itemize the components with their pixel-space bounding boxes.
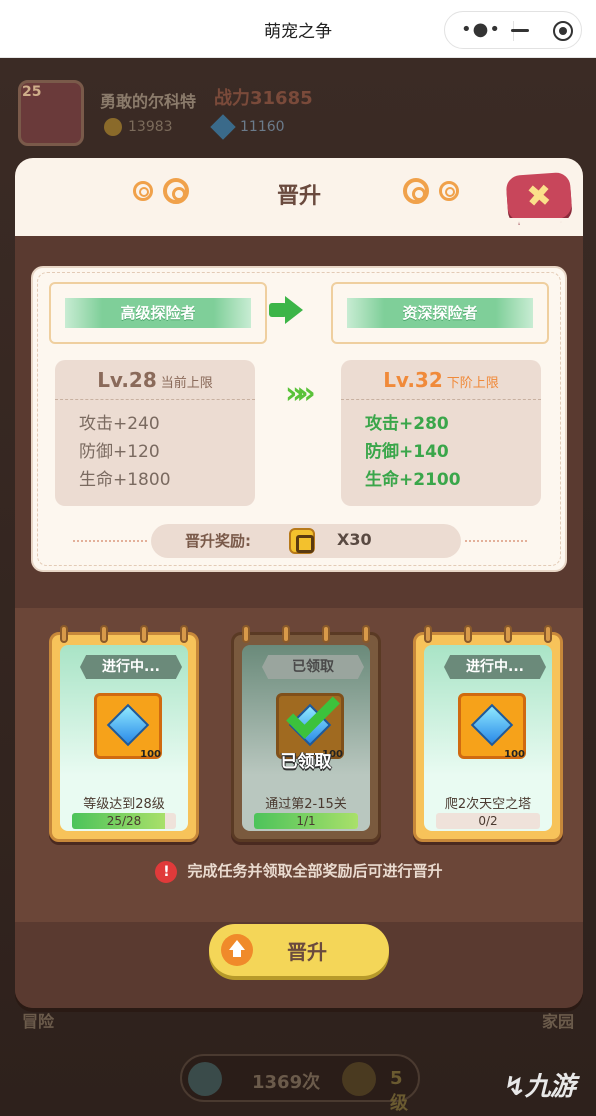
- upgrade-arrow-icon[interactable]: [342, 1062, 376, 1096]
- divider-dots: [73, 540, 147, 542]
- task-card[interactable]: 已领取 100 已领取 通过第2-15关 1/1: [231, 625, 381, 842]
- reward-label: 晋升奖励:: [185, 532, 251, 550]
- diamond-icon: [470, 703, 514, 747]
- diamond-icon: [106, 703, 150, 747]
- reward-count: 100: [504, 749, 525, 760]
- gem-reward-box: 100: [94, 693, 162, 760]
- next-attack: 攻击+280: [365, 414, 449, 434]
- more-dots-icon[interactable]: •●•: [461, 21, 501, 39]
- warning-icon: !: [155, 860, 178, 883]
- promotion-reward: 晋升奖励: X30: [151, 524, 461, 558]
- next-level: Lv.32: [383, 368, 443, 392]
- player-level: 25: [22, 84, 42, 100]
- next-rank-box: 资深探险者: [331, 282, 549, 344]
- task-progress-bar: 1/1: [254, 813, 358, 829]
- next-rank-label: 资深探险者: [347, 298, 533, 328]
- current-stats-panel: Lv.28 当前上限 攻击+240 防御+120 生命+1800: [55, 360, 255, 506]
- current-hp: 生命+1800: [79, 470, 171, 490]
- arrow-right-icon-head: [285, 296, 303, 324]
- mini-program-capsule: •●•: [444, 11, 582, 49]
- task-card-inner: 已领取 100 已领取 通过第2-15关 1/1: [242, 645, 370, 831]
- next-cap-label: 下阶上限: [446, 376, 499, 391]
- gear-icon[interactable]: [188, 1062, 222, 1096]
- top-bar: 萌宠之争 •●•: [0, 0, 596, 58]
- current-attack: 攻击+240: [79, 414, 160, 434]
- coin-count: 13983: [104, 118, 173, 136]
- reward-quantity: X30: [337, 530, 372, 549]
- gem-reward-box: 100: [458, 693, 526, 760]
- divider-dots: [465, 540, 527, 542]
- task-status: 进行中...: [80, 655, 182, 679]
- gem-count: 11160: [214, 118, 285, 136]
- modal-body: 高级探险者 资深探险者 Lv.28 当前上限 攻击+240 防御+120 生命+1…: [15, 236, 583, 1008]
- modal-title: 晋升: [276, 184, 321, 209]
- close-button[interactable]: ✖: [505, 171, 573, 223]
- task-progress-bar: 0/2: [436, 813, 540, 829]
- task-card-inner: 进行中... 100 等级达到28级 25/28: [60, 645, 188, 831]
- promote-label: 晋升: [287, 940, 327, 964]
- claimed-label: 已领取: [280, 752, 332, 772]
- power-display: 战力31685: [214, 84, 313, 110]
- task-progress-bar: 25/28: [72, 813, 176, 829]
- next-stat-lines: 攻击+280 防御+140 生命+2100: [365, 410, 461, 494]
- power-label: 战力: [214, 88, 250, 109]
- bottom-counter: 1369次 5级: [180, 1054, 420, 1114]
- next-level-header: Lv.32 下阶上限: [341, 368, 541, 400]
- next-defense: 防御+140: [365, 442, 449, 462]
- current-level: Lv.28: [97, 368, 157, 392]
- current-cap-label: 当前上限: [160, 376, 213, 391]
- power-value: 31685: [250, 88, 313, 109]
- double-chevron-icon: »»: [285, 376, 316, 411]
- task-progress-text: 0/2: [478, 814, 498, 828]
- task-description: 等级达到28级: [83, 797, 165, 812]
- promote-button[interactable]: 晋升: [209, 924, 389, 976]
- reward-count: 100: [140, 749, 161, 760]
- minimize-icon[interactable]: [511, 29, 529, 32]
- rank-card: 高级探险者 资深探险者 Lv.28 当前上限 攻击+240 防御+120 生命+1…: [31, 266, 567, 572]
- counter-value: 1369次: [252, 1072, 321, 1093]
- card-rings: [60, 625, 188, 643]
- task-card[interactable]: 进行中... 100 爬2次天空之塔 0/2: [413, 625, 563, 842]
- up-arrow-icon: [221, 934, 253, 966]
- task-description: 通过第2-15关: [265, 797, 347, 812]
- next-hp: 生命+2100: [365, 470, 461, 490]
- current-defense: 防御+120: [79, 442, 160, 462]
- counter-level: 5级: [390, 1068, 408, 1114]
- next-stats-panel: Lv.32 下阶上限 攻击+280 防御+140 生命+2100: [341, 360, 541, 506]
- current-level-header: Lv.28 当前上限: [55, 368, 255, 400]
- task-progress-text: 1/1: [296, 814, 316, 828]
- card-rings: [424, 625, 552, 643]
- card-rings: [242, 625, 370, 643]
- watermark-logo: ↯九游: [504, 1072, 576, 1102]
- current-rank-box: 高级探险者: [49, 282, 267, 344]
- task-status: 已领取: [262, 655, 364, 679]
- current-stat-lines: 攻击+240 防御+120 生命+1800: [79, 410, 171, 494]
- close-icon[interactable]: ✖: [506, 178, 572, 216]
- record-icon[interactable]: [553, 21, 573, 41]
- promotion-hint: ! 完成任务并领取全部奖励后可进行晋升: [15, 860, 583, 883]
- nav-home[interactable]: 家园: [542, 1008, 574, 1032]
- task-status: 进行中...: [444, 655, 546, 679]
- task-progress-text: 25/28: [106, 814, 142, 828]
- task-section: 进行中... 100 等级达到28级 25/28 已领取 100 已领取 通过第…: [15, 608, 583, 922]
- task-card[interactable]: 进行中... 100 等级达到28级 25/28: [49, 625, 199, 842]
- task-card-inner: 进行中... 100 爬2次天空之塔 0/2: [424, 645, 552, 831]
- task-description: 爬2次天空之塔: [444, 797, 532, 812]
- current-rank-label: 高级探险者: [65, 298, 251, 328]
- promotion-modal: 晋升 ✖ 高级探险者 资深探险者 Lv.28 当前上限 攻击+240 防御+120…: [15, 158, 583, 1008]
- nav-adventure[interactable]: 冒险: [22, 1008, 54, 1032]
- player-name: 勇敢的尔科特: [100, 92, 197, 111]
- hint-text: 完成任务并领取全部奖励后可进行晋升: [187, 862, 443, 880]
- token-icon: [289, 528, 315, 554]
